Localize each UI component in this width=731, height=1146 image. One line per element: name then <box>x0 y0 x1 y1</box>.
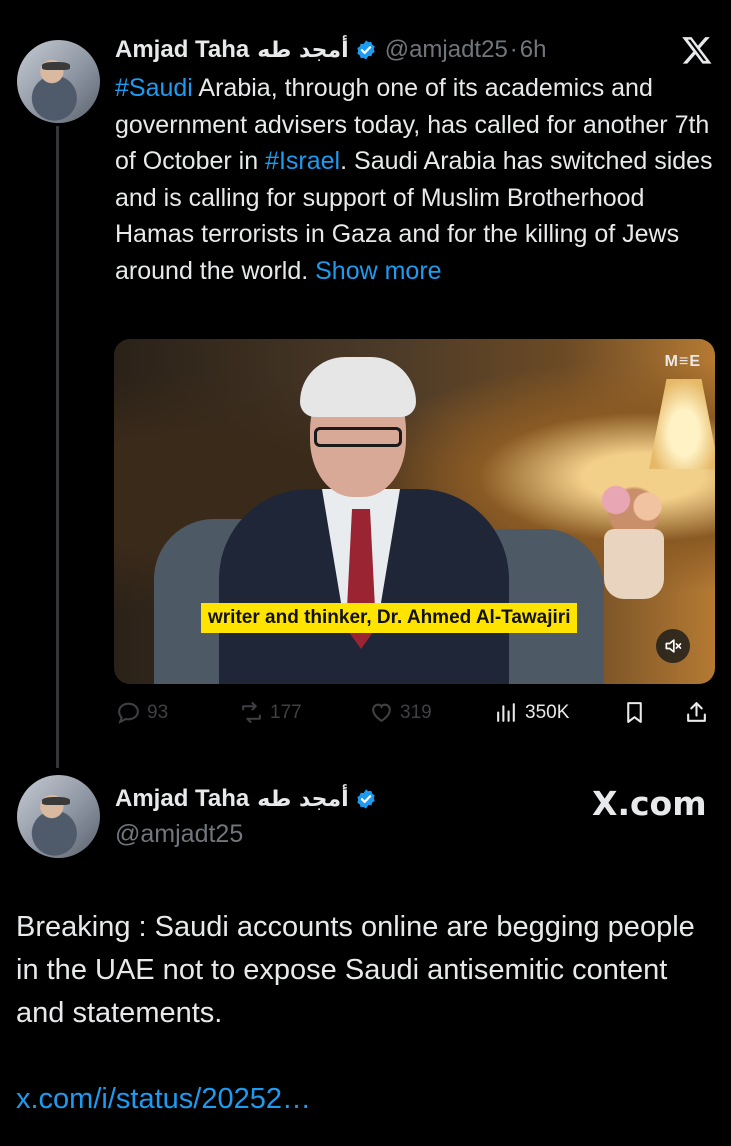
card-avatar[interactable] <box>17 775 100 858</box>
repost-count: 177 <box>270 701 302 723</box>
video-player[interactable]: M≡E writer and thinker, Dr. Ahmed Al-Taw… <box>114 339 715 684</box>
video-caption: writer and thinker, Dr. Ahmed Al-Tawajir… <box>201 603 578 633</box>
vase <box>604 529 664 599</box>
xcom-brand: X.com <box>592 784 707 823</box>
card-header: Amjad Taha أمجد طه <box>115 785 377 813</box>
reply-button[interactable]: 93 <box>116 700 168 725</box>
share-button[interactable] <box>684 700 715 725</box>
views-icon <box>497 703 515 722</box>
views-button[interactable]: 350K <box>494 700 569 725</box>
person-hair <box>300 357 416 417</box>
like-count: 319 <box>400 701 432 723</box>
repost-button[interactable]: 177 <box>239 700 302 725</box>
bookmark-icon <box>627 702 642 723</box>
timestamp[interactable]: 6h <box>520 36 547 64</box>
avatar[interactable] <box>17 40 100 123</box>
reply-count: 93 <box>147 701 169 723</box>
person-glasses <box>314 427 402 447</box>
author-handle[interactable]: @amjadt25 <box>385 36 508 64</box>
card-author-name-arabic[interactable]: أمجد طه <box>257 787 348 812</box>
like-button[interactable]: 319 <box>369 700 432 725</box>
bookmark-button[interactable] <box>622 700 653 725</box>
tweet-header: Amjad Taha أمجد طه @amjadt25 · 6h <box>115 36 547 64</box>
mute-button[interactable] <box>656 629 690 663</box>
verified-badge-icon <box>356 789 375 809</box>
show-more-link[interactable]: Show more <box>315 257 441 285</box>
mute-icon <box>665 639 682 653</box>
card-text: Breaking : Saudi accounts online are beg… <box>16 911 695 1029</box>
card-author-handle[interactable]: @amjadt25 <box>115 820 243 849</box>
tweet-text: #Saudi Arabia, through one of its academ… <box>115 70 715 289</box>
author-name[interactable]: Amjad Taha <box>115 36 249 64</box>
action-bar: 93 177 319 350K <box>114 700 719 730</box>
x-logo-icon[interactable] <box>681 34 713 66</box>
reply-icon <box>118 702 139 724</box>
card-link[interactable]: x.com/i/status/20252… <box>16 1083 311 1116</box>
card-author-name[interactable]: Amjad Taha <box>115 785 249 813</box>
watermark-logo: M≡E <box>664 353 701 370</box>
repost-icon <box>242 702 261 723</box>
verified-badge-icon <box>356 40 375 60</box>
hashtag-saudi[interactable]: #Saudi <box>115 74 193 102</box>
hashtag-israel[interactable]: #Israel <box>265 147 340 175</box>
lamp <box>649 379 715 469</box>
like-icon <box>372 703 391 723</box>
separator-dot: · <box>509 36 518 63</box>
author-name-arabic[interactable]: أمجد طه <box>257 38 348 63</box>
thread-line <box>56 126 59 768</box>
share-icon <box>687 702 706 722</box>
views-count: 350K <box>525 701 570 723</box>
